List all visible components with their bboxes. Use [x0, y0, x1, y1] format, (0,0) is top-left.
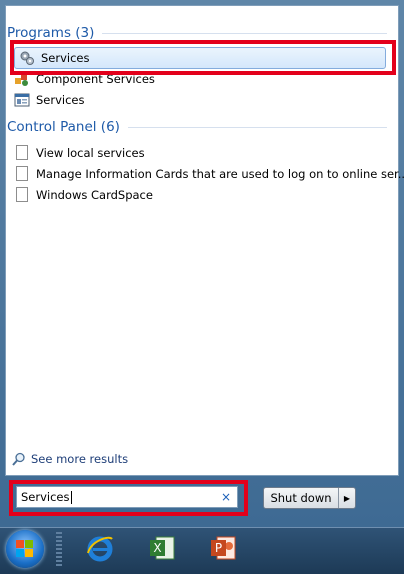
control-panel-header-text: Control Panel (6): [7, 119, 120, 135]
shutdown-button-group: Shut down ▶: [263, 487, 356, 509]
internet-explorer-icon[interactable]: [83, 531, 117, 565]
control-panel-group-header: Control Panel (6): [7, 117, 387, 137]
text-caret: [70, 490, 72, 504]
shutdown-options-arrow-icon[interactable]: ▶: [339, 488, 355, 508]
gears-icon: [19, 50, 35, 66]
divider: [102, 32, 387, 34]
console-icon: [14, 92, 30, 108]
document-icon: [16, 166, 28, 181]
result-label: Component Services: [36, 71, 155, 86]
control-panel-result-windows-cardspace[interactable]: Windows CardSpace: [14, 184, 153, 205]
document-icon: [16, 145, 28, 160]
result-label: Manage Information Cards that are used t…: [36, 166, 404, 181]
start-menu: Programs (3) Services Component Services…: [0, 0, 404, 527]
svg-text:X: X: [153, 541, 161, 555]
see-more-results-link[interactable]: See more results: [12, 452, 128, 466]
programs-group-header: Programs (3): [7, 23, 387, 43]
powerpoint-icon[interactable]: P: [206, 531, 240, 565]
search-input-value: Services: [21, 490, 70, 504]
see-more-label: See more results: [31, 452, 129, 466]
control-panel-result-view-local-services[interactable]: View local services: [14, 142, 145, 163]
clear-search-icon[interactable]: ×: [221, 490, 231, 504]
windows-logo-icon: [16, 540, 34, 562]
document-icon: [16, 187, 28, 202]
control-panel-result-manage-information-cards[interactable]: Manage Information Cards that are used t…: [14, 163, 404, 184]
search-input[interactable]: Services ×: [16, 486, 238, 508]
program-result-services[interactable]: Services: [14, 47, 386, 69]
svg-text:P: P: [215, 541, 222, 555]
magnifier-icon: [12, 452, 26, 466]
result-label: View local services: [36, 145, 145, 160]
result-label: Windows CardSpace: [36, 187, 153, 202]
shutdown-button[interactable]: Shut down: [264, 488, 339, 508]
result-label: Services: [41, 51, 90, 65]
program-result-component-services[interactable]: Component Services: [14, 68, 155, 89]
component-services-icon: [14, 71, 30, 87]
programs-header-text: Programs (3): [7, 25, 95, 41]
result-label: Services: [36, 92, 85, 107]
excel-icon[interactable]: X: [145, 531, 179, 565]
program-result-services-console[interactable]: Services: [14, 89, 85, 110]
divider: [127, 126, 387, 128]
taskbar-grip: [56, 532, 62, 566]
start-button[interactable]: [6, 530, 44, 568]
